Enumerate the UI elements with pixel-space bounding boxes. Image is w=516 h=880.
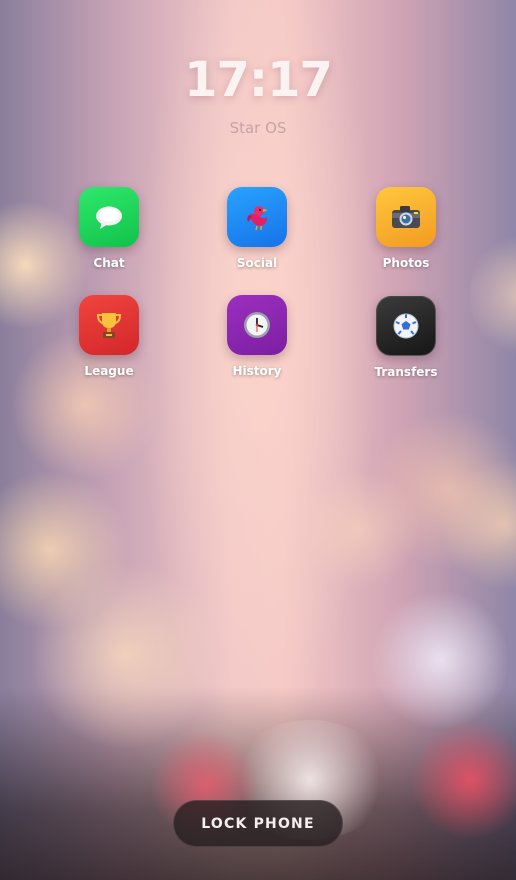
app-transfers[interactable]: Transfers	[356, 296, 456, 379]
wallpaper-bokeh	[470, 230, 516, 360]
app-label-history: History	[232, 364, 282, 378]
lock-phone-button[interactable]: LOCK PHONE	[173, 800, 343, 847]
app-icon-transfers[interactable]	[376, 296, 436, 356]
wallpaper-bokeh	[30, 560, 220, 750]
app-label-photos: Photos	[382, 256, 430, 270]
soccer-ball-icon	[393, 313, 419, 339]
app-history[interactable]: History	[207, 295, 307, 378]
lockscreen-clock: 17:17	[184, 52, 333, 108]
wallpaper-bokeh	[410, 720, 516, 840]
trophy-icon	[96, 313, 122, 338]
app-chat[interactable]: Chat	[59, 187, 159, 270]
app-label-transfers: Transfers	[374, 365, 438, 379]
wallpaper-bokeh	[440, 460, 516, 590]
app-social[interactable]: Social	[207, 187, 307, 270]
bird-icon	[247, 206, 268, 231]
wallpaper-bokeh	[0, 470, 130, 630]
app-icon-social[interactable]	[227, 187, 287, 247]
app-label-chat: Chat	[93, 256, 125, 270]
app-icon-chat[interactable]	[79, 187, 139, 247]
app-icon-league[interactable]	[79, 295, 139, 355]
wallpaper-bokeh	[370, 590, 510, 730]
wallpaper-bokeh	[370, 410, 516, 570]
home-screen: 17:17 Star OS Chat Social Photos League …	[0, 0, 516, 880]
app-league[interactable]: League	[59, 295, 159, 378]
speech-bubble-icon	[96, 206, 122, 229]
wallpaper-bokeh	[300, 470, 420, 590]
app-label-league: League	[84, 364, 134, 378]
clock-icon	[244, 312, 270, 338]
app-label-social: Social	[236, 256, 278, 270]
os-name: Star OS	[229, 119, 287, 137]
camera-icon	[392, 206, 420, 228]
app-icon-history[interactable]	[227, 295, 287, 355]
app-photos[interactable]: Photos	[356, 187, 456, 270]
app-icon-photos[interactable]	[376, 187, 436, 247]
